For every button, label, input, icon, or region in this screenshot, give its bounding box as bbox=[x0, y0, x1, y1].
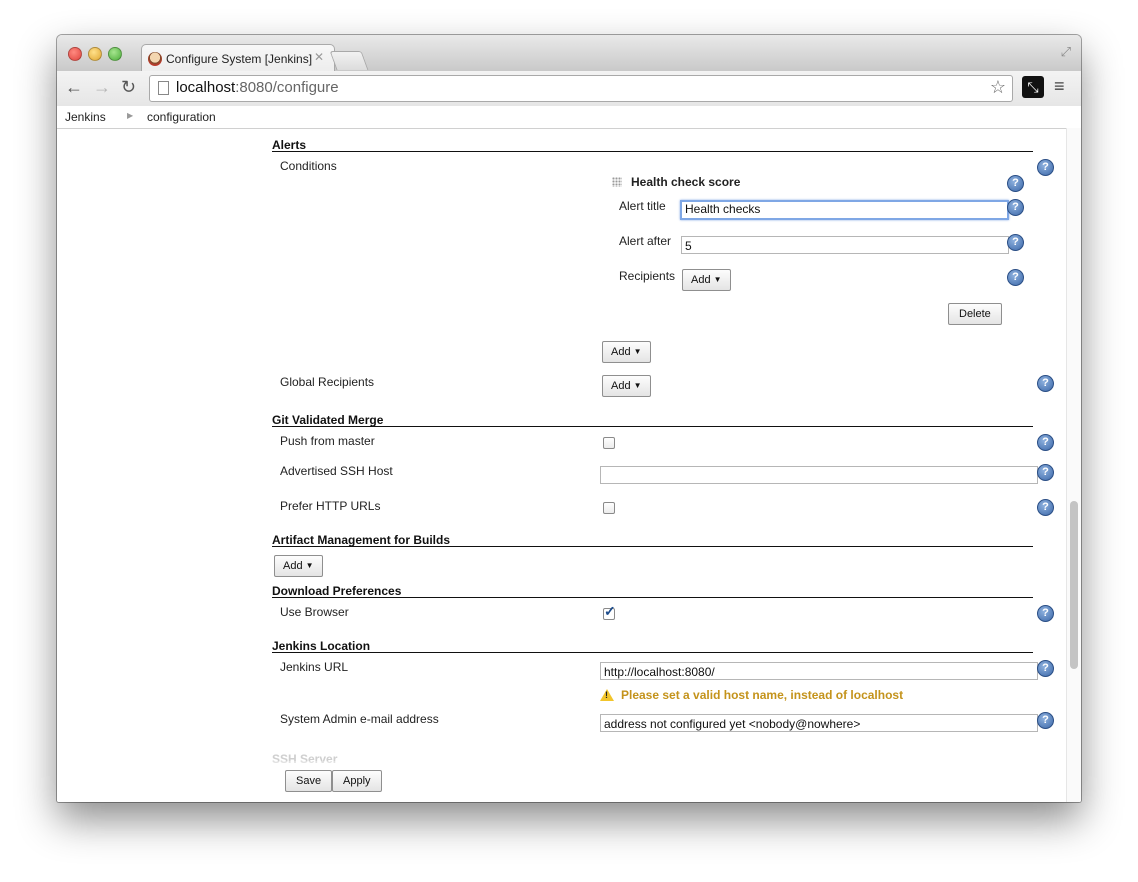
help-icon[interactable]: ? bbox=[1007, 234, 1024, 251]
recipients-add-button[interactable]: Add ▼ bbox=[682, 269, 731, 291]
prefer-http-label: Prefer HTTP URLs bbox=[280, 499, 381, 513]
help-icon[interactable]: ? bbox=[1007, 199, 1024, 216]
chevron-down-icon: ▼ bbox=[305, 561, 314, 570]
conditions-add-button[interactable]: Add ▼ bbox=[602, 341, 651, 363]
jenkins-favicon-icon bbox=[148, 52, 162, 66]
chevron-down-icon: ▼ bbox=[633, 381, 642, 390]
browser-window: Configure System [Jenkins] ✕ ⤢ ← → ↻ loc… bbox=[57, 35, 1081, 802]
alert-title-label: Alert title bbox=[619, 199, 666, 213]
global-recipients-add-button[interactable]: Add ▼ bbox=[602, 375, 651, 397]
recipients-label: Recipients bbox=[619, 269, 676, 283]
reload-icon[interactable]: ↻ bbox=[121, 77, 136, 98]
browser-tab[interactable]: Configure System [Jenkins] ✕ bbox=[141, 44, 335, 72]
forward-arrow-icon[interactable]: → bbox=[93, 77, 111, 98]
help-icon[interactable]: ? bbox=[1037, 375, 1054, 392]
help-icon[interactable]: ? bbox=[1037, 434, 1054, 451]
prefer-http-checkbox[interactable] bbox=[603, 502, 615, 514]
bookmark-star-icon[interactable]: ☆ bbox=[990, 77, 1006, 98]
push-from-master-label: Push from master bbox=[280, 434, 375, 448]
help-icon[interactable]: ? bbox=[1037, 605, 1054, 622]
help-icon[interactable]: ? bbox=[1037, 660, 1054, 677]
save-button[interactable]: Save bbox=[285, 770, 333, 792]
bottom-fade bbox=[57, 761, 1067, 773]
delete-condition-button[interactable]: Delete bbox=[948, 303, 1002, 325]
tab-close-icon[interactable]: ✕ bbox=[314, 50, 324, 64]
scrollbar-thumb[interactable] bbox=[1070, 501, 1078, 669]
section-divider bbox=[272, 652, 1033, 653]
checkmark-icon: ✓ bbox=[604, 603, 616, 619]
global-recipients-label: Global Recipients bbox=[280, 375, 375, 389]
page-viewport: Alerts Conditions ? Health check score ?… bbox=[57, 106, 1081, 802]
use-browser-label: Use Browser bbox=[280, 605, 349, 619]
use-browser-checkbox[interactable]: ✓ bbox=[603, 603, 616, 620]
section-divider bbox=[272, 151, 1033, 152]
back-arrow-icon[interactable]: ← bbox=[65, 77, 83, 98]
breadcrumb: Jenkins ▶ configuration bbox=[57, 106, 1081, 129]
artifact-add-button[interactable]: Add ▼ bbox=[274, 555, 323, 577]
breadcrumb-configuration[interactable]: configuration bbox=[147, 110, 216, 124]
minimize-window-button[interactable] bbox=[88, 47, 102, 61]
jenkins-url-input[interactable]: http://localhost:8080/ bbox=[600, 662, 1038, 680]
alert-after-label: Alert after bbox=[619, 234, 672, 248]
tab-title: Configure System [Jenkins] bbox=[166, 52, 313, 66]
url-text: localhost:8080/configure bbox=[176, 79, 339, 96]
address-bar[interactable]: localhost:8080/configure ☆ bbox=[149, 75, 1013, 102]
scrollbar[interactable] bbox=[1066, 128, 1081, 802]
jenkins-url-warning: Please set a valid host name, instead of… bbox=[621, 688, 904, 702]
help-icon[interactable]: ? bbox=[1037, 159, 1054, 176]
alert-title-input[interactable]: Health checks bbox=[680, 200, 1009, 220]
section-divider bbox=[272, 546, 1033, 547]
breadcrumb-jenkins[interactable]: Jenkins bbox=[65, 110, 106, 124]
help-icon[interactable]: ? bbox=[1007, 269, 1024, 286]
help-icon[interactable]: ? bbox=[1037, 499, 1054, 516]
help-icon[interactable]: ? bbox=[1007, 175, 1024, 192]
help-icon[interactable]: ? bbox=[1037, 464, 1054, 481]
section-title-jenkins-location: Jenkins Location bbox=[272, 639, 371, 653]
push-from-master-checkbox[interactable] bbox=[603, 437, 615, 449]
section-title-download-preferences: Download Preferences bbox=[272, 584, 402, 598]
help-icon[interactable]: ? bbox=[1037, 712, 1054, 729]
fullscreen-icon[interactable]: ⤢ bbox=[1061, 44, 1071, 60]
chevron-down-icon: ▼ bbox=[713, 275, 722, 284]
admin-email-label: System Admin e-mail address bbox=[280, 712, 439, 726]
close-window-button[interactable] bbox=[68, 47, 82, 61]
new-tab-button[interactable] bbox=[329, 51, 369, 70]
ssh-host-label: Advertised SSH Host bbox=[280, 464, 393, 478]
section-divider bbox=[272, 426, 1033, 427]
config-form: Alerts Conditions ? Health check score ?… bbox=[57, 106, 1067, 802]
condition-title: Health check score bbox=[631, 175, 741, 189]
section-divider bbox=[272, 597, 1033, 598]
ssh-host-input[interactable] bbox=[600, 466, 1038, 484]
maximize-window-button[interactable] bbox=[108, 47, 122, 61]
title-bar: Configure System [Jenkins] ✕ ⤢ bbox=[57, 35, 1081, 72]
browser-toolbar: ← → ↻ localhost:8080/configure ☆ ⤡ ≡ bbox=[57, 71, 1081, 107]
menu-icon[interactable]: ≡ bbox=[1054, 76, 1065, 97]
extension-icon[interactable]: ⤡ bbox=[1022, 76, 1044, 98]
apply-button[interactable]: Apply bbox=[332, 770, 382, 792]
jenkins-url-label: Jenkins URL bbox=[280, 660, 349, 674]
section-title-artifact-management: Artifact Management for Builds bbox=[272, 533, 451, 547]
chevron-down-icon: ▼ bbox=[633, 347, 642, 356]
alert-after-input[interactable]: 5 bbox=[681, 236, 1009, 254]
admin-email-input[interactable]: address not configured yet <nobody@nowhe… bbox=[600, 714, 1038, 732]
breadcrumb-separator-icon: ▶ bbox=[127, 111, 134, 120]
warning-icon: ! bbox=[600, 689, 614, 701]
drag-handle-icon[interactable] bbox=[612, 177, 622, 187]
conditions-label: Conditions bbox=[280, 159, 337, 173]
page-icon bbox=[158, 81, 169, 95]
section-title-alerts: Alerts bbox=[272, 138, 307, 152]
section-title-git-validated-merge: Git Validated Merge bbox=[272, 413, 384, 427]
